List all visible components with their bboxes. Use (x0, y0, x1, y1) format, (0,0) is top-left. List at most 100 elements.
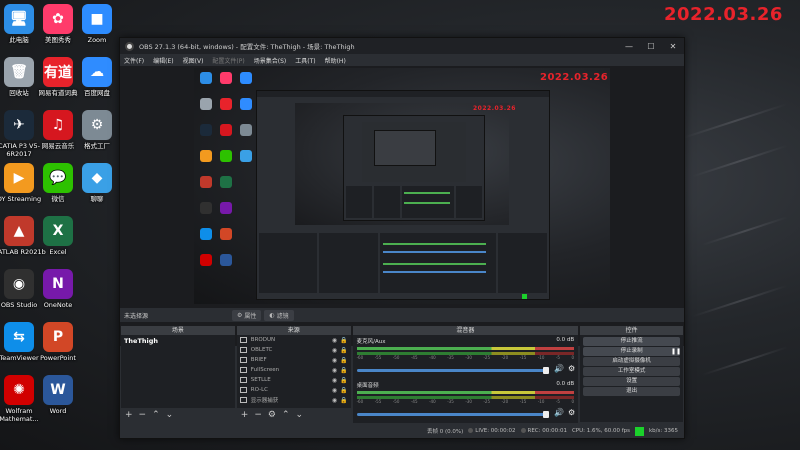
properties-button[interactable]: ⚙ 属性 (232, 309, 262, 321)
mixer-dock-title: 混音器 (352, 326, 579, 335)
tick-label: -35 (447, 355, 454, 360)
slider-handle[interactable] (543, 411, 550, 418)
scene-item[interactable]: TheThigh (121, 335, 235, 347)
menu-item[interactable]: 工具(T) (295, 56, 315, 65)
slider-handle[interactable] (543, 367, 550, 374)
volume-slider[interactable] (356, 367, 550, 374)
lock-icon[interactable]: 🔒 (340, 377, 347, 384)
nested-docks (259, 233, 547, 293)
filters-button[interactable]: ◐ 滤镜 (264, 309, 294, 321)
meitu-icon (220, 72, 232, 84)
control-button[interactable]: 退出 (583, 387, 680, 396)
menu-item[interactable]: 编辑(E) (153, 56, 173, 65)
source-name: BRIEF (250, 357, 267, 363)
add-icon[interactable]: + (241, 410, 249, 420)
desktop-shortcut[interactable]: ⚙ 格式工厂 (68, 110, 126, 150)
speaker-icon[interactable]: 🔊 (554, 408, 564, 417)
source-item[interactable]: FullScreen ◉ 🔒 (237, 365, 351, 375)
move-up-icon[interactable]: ⌃ (152, 410, 160, 420)
control-button[interactable]: 启动虚拟摄像机 (583, 357, 680, 366)
mixer-channel: 桌面音频 0.0 dB -60 -55 -50 -45 -40 -35 -30 -25 -20 -15… (353, 379, 579, 423)
move-up-icon[interactable]: ⌃ (282, 410, 290, 420)
remove-icon[interactable]: − (139, 410, 147, 420)
desktop-shortcut[interactable]: W Word (29, 375, 87, 415)
menu-item[interactable]: 视图(V) (183, 56, 204, 65)
eye-icon[interactable]: ◉ (332, 337, 337, 344)
source-name: 显示器捕获 (250, 398, 279, 404)
add-icon[interactable]: + (125, 410, 133, 420)
tick-label: -25 (483, 399, 491, 404)
menu-item[interactable]: 文件(F) (124, 56, 144, 65)
maximize-icon[interactable]: ☐ (640, 42, 662, 51)
baidu-netdisk-icon: ☁ (82, 57, 112, 87)
speaker-icon[interactable]: 🔊 (554, 364, 564, 373)
gear-icon[interactable]: ⚙ (568, 408, 575, 417)
tick-label: -30 (465, 355, 472, 360)
title-bar[interactable]: OBS 27.1.3 (64-bit, windows) - 配置文件: The… (120, 38, 684, 54)
netease-music-icon (220, 124, 232, 136)
no-source-label: 未选择源 (124, 312, 149, 320)
move-down-icon[interactable]: ⌄ (296, 410, 304, 420)
word-icon (220, 254, 232, 266)
source-item[interactable]: SETLLE ◉ 🔒 (237, 375, 351, 385)
rec-dot-icon (520, 428, 526, 433)
eye-icon[interactable]: ◉ (332, 357, 337, 364)
menu-item[interactable]: 配置文件(P) (212, 56, 244, 65)
meter-ticks: -60 -55 -50 -45 -40 -35 -30 -25 -20 -15 -10 -5 0 (357, 355, 575, 360)
move-down-icon[interactable]: ⌄ (166, 410, 174, 420)
menu-item[interactable]: 帮助(H) (325, 56, 346, 65)
desktop-shortcut[interactable]: ■ Zoom (68, 4, 126, 44)
desktop-shortcut[interactable]: ◆ 聊聊 (68, 163, 126, 203)
menu-bar: 文件(F) 编辑(E) 视图(V) 配置文件(P) 场景集合(S) 工具(T) 帮助(H) (120, 54, 684, 66)
control-button[interactable]: 停止录制 ❚❚ (583, 347, 681, 356)
volume-slider[interactable] (356, 411, 550, 418)
desktop-shortcut[interactable]: N OneNote (29, 269, 87, 309)
close-icon[interactable]: ✕ (662, 42, 684, 51)
controls-list: 停止推流 停止录制 ❚❚ 启动虚拟摄像机 工作室模式 设置 退出 (580, 335, 683, 422)
control-button[interactable]: 设置 (583, 377, 680, 386)
eye-icon[interactable]: ◉ (332, 377, 337, 384)
format-factory-icon: ⚙ (82, 110, 112, 140)
control-button[interactable]: 工作室模式 (583, 367, 680, 376)
pause-icon[interactable]: ❚❚ (671, 347, 681, 356)
remove-icon[interactable]: − (254, 410, 262, 420)
tick-label: -55 (374, 355, 382, 360)
minimize-icon[interactable]: — (618, 42, 640, 51)
desktop-shortcut[interactable]: X Excel (29, 216, 87, 256)
eye-icon[interactable]: ◉ (332, 367, 337, 374)
excel-icon (220, 176, 232, 188)
eye-icon[interactable]: ◉ (332, 347, 337, 354)
lock-icon[interactable]: 🔒 (340, 397, 347, 404)
lock-icon[interactable]: 🔒 (340, 357, 347, 364)
lock-icon[interactable]: 🔒 (340, 347, 347, 354)
tick-label: -45 (410, 355, 418, 360)
status-bar: 丢帧 0 (0.0%) LIVE: 00:00:02 REC: 00:00:01… (120, 424, 684, 438)
source-item[interactable]: OBLETC ◉ 🔒 (237, 345, 351, 355)
preview-canvas[interactable]: 2022.03.26 2022.03.26 (194, 68, 610, 304)
eye-icon[interactable]: ◉ (332, 387, 337, 394)
desktop-shortcut[interactable]: P PowerPoint (29, 322, 87, 362)
scenes-list: TheThigh (121, 335, 235, 408)
nested2-docks (346, 186, 482, 218)
source-item[interactable]: BRODUN ◉ 🔒 (237, 335, 351, 345)
gear-icon: ⚙ (237, 311, 243, 319)
mixer-dock: 混音器 麦克风/Aux 0.0 dB -60 -55 -50 -45 -40 -35 -30 -2… (352, 326, 579, 423)
nested-obs-window: 2022.03.26 (256, 90, 550, 300)
desktop-shortcut-label: Excel (49, 248, 67, 256)
zoom-icon: ■ (82, 4, 112, 34)
lock-icon[interactable]: 🔒 (340, 367, 347, 374)
gear-icon[interactable]: ⚙ (568, 364, 575, 373)
lock-icon[interactable]: 🔒 (340, 387, 347, 394)
source-item[interactable]: BRIEF ◉ 🔒 (237, 355, 351, 365)
baidu-netdisk-icon (240, 98, 252, 110)
menu-item[interactable]: 场景集合(S) (254, 56, 287, 65)
scenes-dock: 场景 TheThigh + − ⌃ ⌄ (121, 326, 235, 422)
control-button[interactable]: 停止推流 (583, 337, 680, 346)
desktop-shortcut[interactable]: ☁ 百度网盘 (68, 57, 126, 97)
eye-icon[interactable]: ◉ (332, 397, 337, 404)
lock-icon[interactable]: 🔒 (340, 337, 347, 344)
source-item[interactable]: 显示器捕获 ◉ 🔒 (237, 395, 351, 405)
source-item[interactable]: RO-LC ◉ 🔒 (237, 385, 351, 395)
preview-area[interactable]: 2022.03.26 2022.03.26 (120, 66, 684, 346)
gear-icon[interactable]: ⚙ (268, 410, 276, 420)
